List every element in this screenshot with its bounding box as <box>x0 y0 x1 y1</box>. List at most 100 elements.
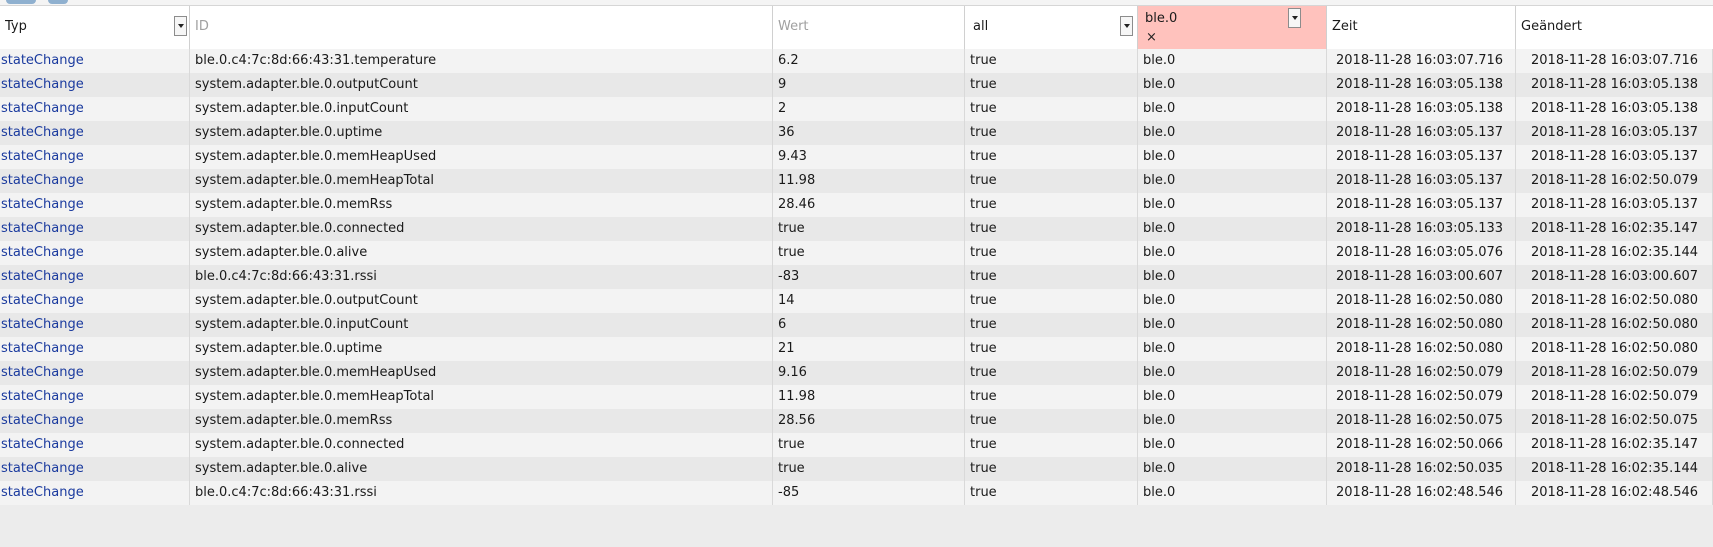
cell-wert: 6.2 <box>773 49 965 73</box>
table-row[interactable]: stateChange system.adapter.ble.0.connecte… <box>0 433 1713 457</box>
table-row[interactable]: stateChange system.adapter.ble.0.memHeapT… <box>0 385 1713 409</box>
cell-wert: 6 <box>773 313 965 337</box>
id-filter-input[interactable]: ID <box>190 6 773 49</box>
cell-zeit: 2018-11-28 16:03:05.137 <box>1327 121 1516 145</box>
cell-from: ble.0 <box>1138 169 1327 193</box>
cell-typ: stateChange <box>0 481 190 505</box>
cell-wert: true <box>773 241 965 265</box>
table-row[interactable]: stateChange system.adapter.ble.0.inputCou… <box>0 313 1713 337</box>
cell-zeit: 2018-11-28 16:02:50.066 <box>1327 433 1516 457</box>
table-row[interactable]: stateChange system.adapter.ble.0.memRss 28… <box>0 193 1713 217</box>
table-row[interactable]: stateChange system.adapter.ble.0.memRss 28… <box>0 409 1713 433</box>
ack-filter-select[interactable]: all <box>965 6 1138 49</box>
cell-zeit: 2018-11-28 16:02:50.080 <box>1327 313 1516 337</box>
id-filter-placeholder: ID <box>195 19 209 34</box>
table-row[interactable]: stateChange system.adapter.ble.0.uptime 21… <box>0 337 1713 361</box>
cell-zeit: 2018-11-28 16:03:05.133 <box>1327 217 1516 241</box>
cell-typ: stateChange <box>0 121 190 145</box>
table-row[interactable]: stateChange ble.0.c4:7c:8d:66:43:31.rssi -… <box>0 265 1713 289</box>
cell-id: system.adapter.ble.0.alive <box>190 241 773 265</box>
table-row[interactable]: stateChange system.adapter.ble.0.alive tru… <box>0 241 1713 265</box>
cell-wert: 2 <box>773 97 965 121</box>
cell-ack: true <box>965 409 1138 433</box>
table-row[interactable]: stateChange system.adapter.ble.0.inputCou… <box>0 97 1713 121</box>
cell-from: ble.0 <box>1138 337 1327 361</box>
cell-geaendert: 2018-11-28 16:02:35.144 <box>1516 241 1713 265</box>
table-row[interactable]: stateChange ble.0.c4:7c:8d:66:43:31.rssi -… <box>0 481 1713 505</box>
cell-typ: stateChange <box>0 49 190 73</box>
table-row[interactable]: stateChange system.adapter.ble.0.alive tru… <box>0 457 1713 481</box>
cell-from: ble.0 <box>1138 217 1327 241</box>
cell-geaendert: 2018-11-28 16:03:05.137 <box>1516 121 1713 145</box>
chevron-down-icon[interactable] <box>1120 16 1133 36</box>
cell-id: system.adapter.ble.0.memHeapUsed <box>190 361 773 385</box>
cell-typ: stateChange <box>0 409 190 433</box>
cell-ack: true <box>965 97 1138 121</box>
cell-wert: 28.46 <box>773 193 965 217</box>
cell-geaendert: 2018-11-28 16:02:48.546 <box>1516 481 1713 505</box>
cell-id: system.adapter.ble.0.memHeapTotal <box>190 385 773 409</box>
geaendert-header-label: Geändert <box>1521 19 1582 34</box>
cell-ack: true <box>965 73 1138 97</box>
cell-id: system.adapter.ble.0.inputCount <box>190 313 773 337</box>
cell-typ: stateChange <box>0 289 190 313</box>
table-row[interactable]: stateChange system.adapter.ble.0.uptime 36… <box>0 121 1713 145</box>
cell-wert: -83 <box>773 265 965 289</box>
cell-id: system.adapter.ble.0.alive <box>190 457 773 481</box>
cell-ack: true <box>965 169 1138 193</box>
cell-from: ble.0 <box>1138 313 1327 337</box>
cell-geaendert: 2018-11-28 16:02:35.147 <box>1516 217 1713 241</box>
ack-filter-value: all <box>973 19 989 34</box>
cell-from: ble.0 <box>1138 409 1327 433</box>
cell-ack: true <box>965 121 1138 145</box>
cell-typ: stateChange <box>0 337 190 361</box>
cell-wert: 9.43 <box>773 145 965 169</box>
chevron-down-icon[interactable] <box>1288 8 1301 28</box>
table-row[interactable]: stateChange system.adapter.ble.0.memHeapU… <box>0 361 1713 385</box>
cell-ack: true <box>965 385 1138 409</box>
typ-header-label: Typ <box>5 19 27 34</box>
typ-filter-select[interactable]: Typ <box>0 6 190 49</box>
cell-typ: stateChange <box>0 97 190 121</box>
cell-from: ble.0 <box>1138 97 1327 121</box>
cell-from: ble.0 <box>1138 193 1327 217</box>
table-row[interactable]: stateChange system.adapter.ble.0.outputCo… <box>0 73 1713 97</box>
cell-id: system.adapter.ble.0.uptime <box>190 337 773 361</box>
clear-filter-icon[interactable]: × <box>1146 30 1157 45</box>
table-row[interactable]: stateChange ble.0.c4:7c:8d:66:43:31.tempe… <box>0 49 1713 73</box>
table-row[interactable]: stateChange system.adapter.ble.0.connecte… <box>0 217 1713 241</box>
cell-id: system.adapter.ble.0.outputCount <box>190 289 773 313</box>
cell-id: system.adapter.ble.0.memHeapUsed <box>190 145 773 169</box>
cell-typ: stateChange <box>0 241 190 265</box>
top-tab[interactable] <box>6 0 36 4</box>
table-row[interactable]: stateChange system.adapter.ble.0.memHeapU… <box>0 145 1713 169</box>
cell-geaendert: 2018-11-28 16:02:50.080 <box>1516 289 1713 313</box>
cell-wert: 9 <box>773 73 965 97</box>
top-tab[interactable] <box>48 0 68 4</box>
log-table-header: Typ ID Wert all ble.0 × Zeit Geändert <box>0 5 1713 50</box>
zeit-header-label: Zeit <box>1332 19 1358 34</box>
cell-id: system.adapter.ble.0.connected <box>190 217 773 241</box>
table-row[interactable]: stateChange system.adapter.ble.0.memHeapT… <box>0 169 1713 193</box>
cell-from: ble.0 <box>1138 385 1327 409</box>
cell-id: system.adapter.ble.0.memRss <box>190 193 773 217</box>
from-filter-select[interactable]: ble.0 × <box>1138 6 1327 49</box>
cell-typ: stateChange <box>0 73 190 97</box>
cell-wert: 36 <box>773 121 965 145</box>
cell-ack: true <box>965 481 1138 505</box>
zeit-column-header[interactable]: Zeit <box>1327 6 1516 49</box>
cell-zeit: 2018-11-28 16:03:05.137 <box>1327 145 1516 169</box>
cell-id: system.adapter.ble.0.memRss <box>190 409 773 433</box>
cell-from: ble.0 <box>1138 241 1327 265</box>
cell-wert: 11.98 <box>773 169 965 193</box>
wert-filter-input[interactable]: Wert <box>773 6 965 49</box>
cell-zeit: 2018-11-28 16:03:00.607 <box>1327 265 1516 289</box>
geaendert-column-header[interactable]: Geändert <box>1516 6 1713 49</box>
log-table-body: stateChange ble.0.c4:7c:8d:66:43:31.tempe… <box>0 49 1713 505</box>
chevron-down-icon[interactable] <box>174 16 187 36</box>
wert-filter-placeholder: Wert <box>778 19 809 34</box>
cell-zeit: 2018-11-28 16:03:05.137 <box>1327 193 1516 217</box>
cell-from: ble.0 <box>1138 49 1327 73</box>
cell-from: ble.0 <box>1138 145 1327 169</box>
table-row[interactable]: stateChange system.adapter.ble.0.outputCo… <box>0 289 1713 313</box>
